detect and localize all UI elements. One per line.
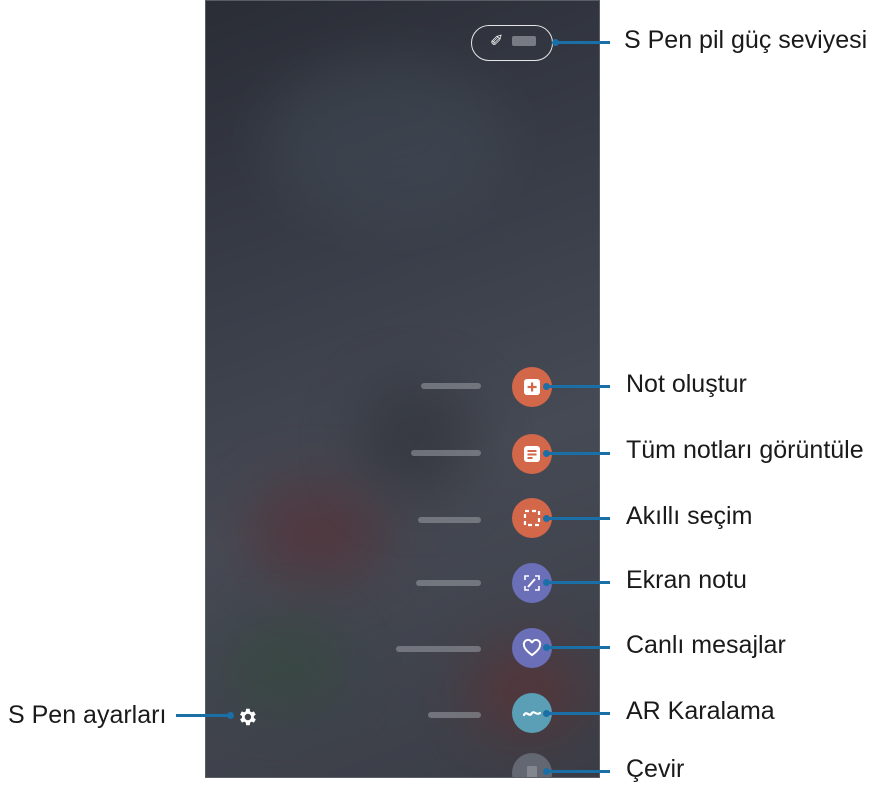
heart-message-icon bbox=[522, 638, 542, 657]
create-note-callout: Not oluştur bbox=[626, 370, 747, 398]
wallpaper-blur bbox=[246, 481, 386, 581]
leader-line bbox=[546, 770, 610, 773]
ar-doodle-callout: AR Karalama bbox=[626, 697, 775, 725]
leader-line bbox=[555, 41, 610, 44]
leader-dot bbox=[543, 579, 550, 586]
menu-item-label bbox=[418, 517, 481, 523]
gear-icon[interactable] bbox=[236, 706, 258, 728]
leader-dot bbox=[543, 768, 550, 775]
view-all-notes-callout: Tüm notları görüntüle bbox=[626, 436, 864, 464]
battery-level-bar bbox=[512, 36, 536, 46]
leader-dot bbox=[543, 383, 550, 390]
leader-dot bbox=[543, 515, 550, 522]
screen-write-callout: Ekran notu bbox=[626, 566, 747, 594]
translate-icon bbox=[527, 766, 537, 777]
menu-item-label bbox=[411, 450, 481, 456]
menu-item-label bbox=[416, 580, 481, 586]
live-messages-callout: Canlı mesajlar bbox=[626, 631, 786, 659]
leader-dot bbox=[543, 450, 550, 457]
leader-line bbox=[546, 712, 610, 715]
pen-battery-icon: ✐ bbox=[490, 33, 504, 50]
leader-line bbox=[546, 452, 610, 455]
smart-select-callout: Akıllı seçim bbox=[626, 502, 753, 530]
leader-line bbox=[176, 714, 231, 717]
leader-dot bbox=[543, 644, 550, 651]
note-plus-icon bbox=[524, 379, 540, 395]
leader-dot bbox=[543, 710, 550, 717]
wallpaper-blur bbox=[226, 621, 346, 711]
screen-write-icon bbox=[524, 575, 540, 591]
settings-callout: S Pen ayarları bbox=[8, 701, 167, 729]
menu-item-label bbox=[428, 712, 481, 718]
leader-line bbox=[546, 646, 610, 649]
pen-battery-indicator: ✐ bbox=[471, 25, 553, 61]
battery-callout: S Pen pil güç seviyesi bbox=[624, 26, 868, 54]
wallpaper-blur bbox=[356, 381, 476, 501]
menu-item-label bbox=[396, 646, 481, 652]
leader-line bbox=[546, 581, 610, 584]
notes-list-icon bbox=[524, 446, 540, 462]
leader-line bbox=[546, 385, 610, 388]
menu-item-label bbox=[421, 383, 481, 389]
wallpaper-blur bbox=[266, 61, 506, 221]
phone-screen: ✐ bbox=[205, 0, 600, 778]
leader-dot bbox=[227, 712, 234, 719]
doodle-icon bbox=[522, 711, 542, 717]
selection-frame-icon bbox=[523, 509, 541, 527]
leader-line bbox=[546, 517, 610, 520]
leader-dot bbox=[552, 39, 559, 46]
translate-callout: Çevir bbox=[626, 755, 685, 783]
